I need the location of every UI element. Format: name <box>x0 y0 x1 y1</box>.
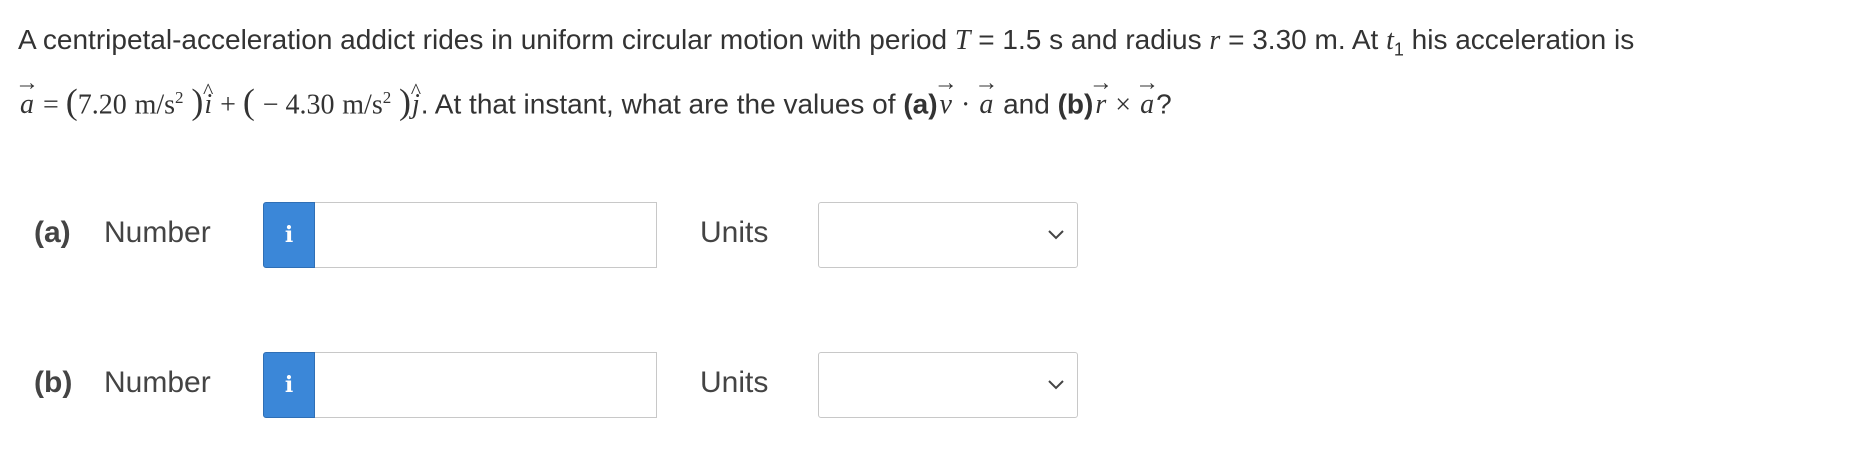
number-input-b[interactable] <box>315 352 657 418</box>
chevron-down-icon <box>1048 380 1064 390</box>
question-line-2: a = (7.20 m/s2 )i + ( − 4.30 m/s2 )j. At… <box>18 74 1858 129</box>
info-icon[interactable]: i <box>263 352 315 418</box>
answer-row-a: (a) Number i Units <box>0 202 1870 268</box>
vector-a: a <box>977 81 995 129</box>
vector-r: r <box>1093 81 1108 129</box>
answer-row-b: (b) Number i Units <box>0 352 1870 418</box>
units-label: Units <box>700 366 769 399</box>
units-dropdown-a[interactable] <box>818 202 1078 268</box>
units-dropdown-b[interactable] <box>818 352 1078 418</box>
part-label: (a) <box>34 216 71 249</box>
unit-vector-j: j <box>411 81 421 129</box>
units-label: Units <box>700 216 769 249</box>
vector-a: a <box>18 81 36 129</box>
vector-a: a <box>1138 81 1156 129</box>
unit-vector-i: i <box>203 81 213 129</box>
vector-v: v <box>938 81 954 129</box>
part-label: (b) <box>34 366 73 399</box>
number-input-a[interactable] <box>315 202 657 268</box>
question-text: A centripetal-acceleration addict rides … <box>18 16 1858 129</box>
chevron-down-icon <box>1048 230 1064 240</box>
info-icon[interactable]: i <box>263 202 315 268</box>
number-label: Number <box>104 216 211 249</box>
number-label: Number <box>104 366 211 399</box>
